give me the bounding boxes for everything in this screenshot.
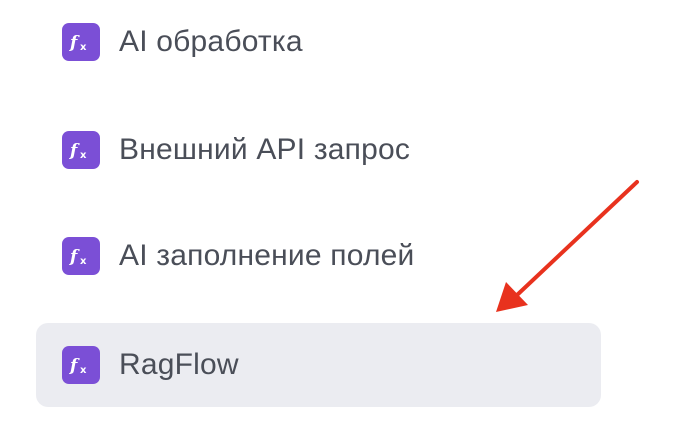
fx-icon: f x (62, 131, 100, 169)
menu-item-ragflow[interactable]: f x RagFlow (36, 323, 601, 407)
fx-icon: f x (62, 346, 100, 384)
menu-item-label: AI обработка (119, 25, 303, 58)
svg-text:x: x (80, 42, 87, 53)
fx-icon: f x (62, 237, 100, 275)
menu-item-ai-processing[interactable]: f x AI обработка (36, 0, 601, 84)
menu-item-external-api-request[interactable]: f x Внешний API запрос (36, 108, 601, 192)
svg-text:f: f (69, 247, 80, 267)
svg-text:x: x (80, 365, 87, 376)
fx-icon: f x (62, 23, 100, 61)
svg-text:x: x (80, 256, 87, 267)
menu-item-label: AI заполнение полей (119, 239, 415, 272)
svg-text:f: f (69, 33, 80, 53)
svg-text:x: x (80, 150, 87, 161)
svg-text:f: f (69, 356, 80, 376)
function-menu: f x AI обработка f x Внешний API запрос … (0, 0, 692, 422)
svg-text:f: f (69, 141, 80, 161)
menu-item-label: Внешний API запрос (119, 133, 411, 166)
menu-item-ai-field-fill[interactable]: f x AI заполнение полей (36, 214, 601, 298)
menu-item-label: RagFlow (119, 348, 239, 381)
